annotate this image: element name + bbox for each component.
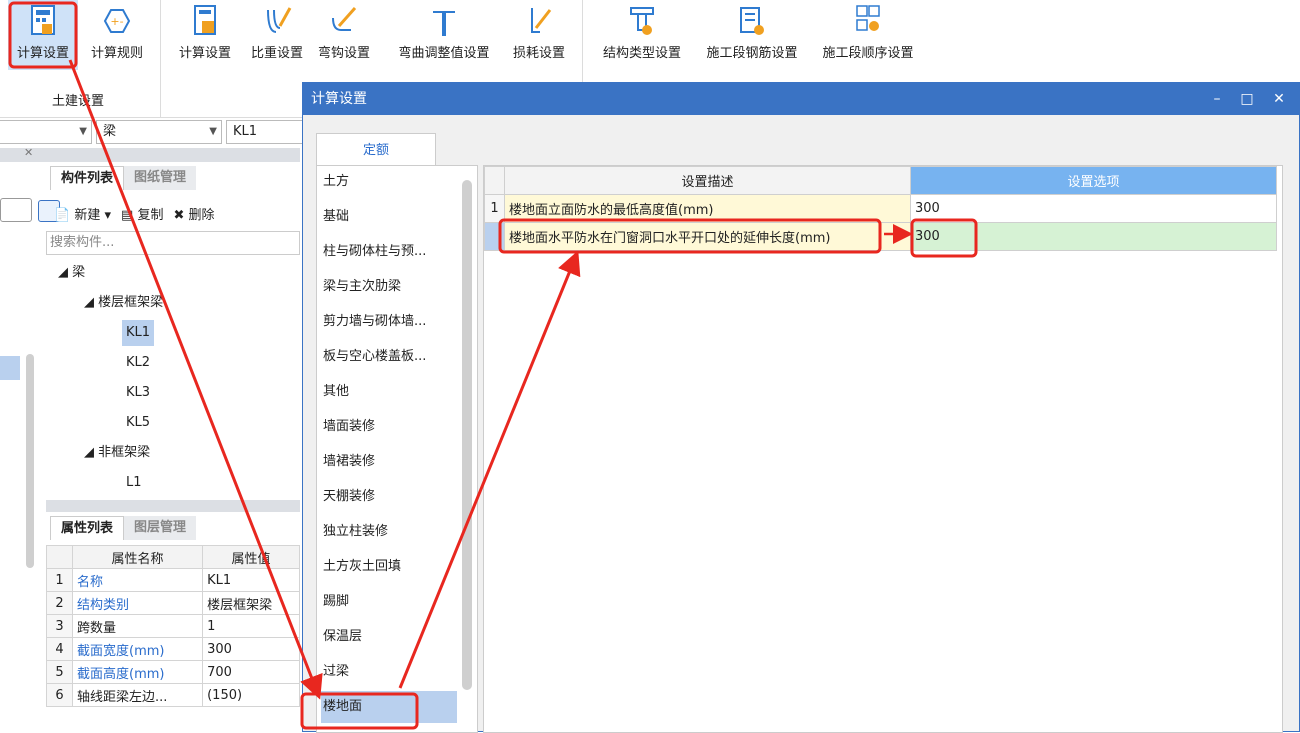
search-input[interactable]: 搜索构件... [46,231,300,255]
table-row[interactable]: 4 截面宽度(mm) 300 [46,637,300,661]
segment-rebar-button[interactable]: 施工段钢筋设置 [696,0,808,70]
category-item[interactable]: 土方灰土回填 [321,551,457,583]
category-item[interactable]: 剪力墙与砌体墙... [321,306,457,338]
rebar-calc-settings-button[interactable]: 计算设置 [170,0,240,70]
category-list: 土方 基础 柱与砌体柱与预... 梁与主次肋梁 剪力墙与砌体墙... 板与空心楼… [316,165,478,733]
calc-settings-button[interactable]: 计算设置 [8,0,78,70]
category-item[interactable]: 土方 [321,166,457,198]
table-row[interactable]: 5 截面高度(mm) 700 [46,660,300,684]
calc-rules-button[interactable]: +- 计算规则 [84,0,150,70]
option-header: 设置选项 [910,166,1277,195]
copy-button[interactable]: ▤ 复制 [121,204,163,223]
category-scrollbar[interactable] [462,180,472,690]
category-item[interactable]: 踢脚 [321,586,457,618]
structure-type-icon [627,4,657,38]
component-tabs: 构件列表 图纸管理 [50,166,197,190]
table-header-row: 属性名称 属性值 [46,545,300,569]
settings-table: 设置描述 设置选项 1 楼地面立面防水的最低高度值(mm) 300 楼地面水平防… [484,166,1277,251]
chevron-down-icon: ▼ [209,126,217,137]
tree-group[interactable]: ◢ 非框架梁 [84,440,150,466]
category-item[interactable]: 天棚装修 [321,481,457,513]
prop-name-header: 属性名称 [71,545,204,569]
component-toolbar: 📄 新建 ▾ ▤ 复制 ✖ 删除 [54,204,215,223]
hook-settings-button[interactable]: 弯钩设置 [304,0,384,70]
table-header-row: 设置描述 设置选项 [484,166,1277,195]
tree-item-kl3[interactable]: KL3 [126,380,150,406]
dialog-title: 计算设置 [311,91,367,107]
tab-component-list[interactable]: 构件列表 [50,166,125,190]
delete-button[interactable]: ✖ 删除 [173,204,214,223]
category-item[interactable]: 柱与砌体柱与预... [321,236,457,268]
category-item[interactable]: 板与空心楼盖板... [321,341,457,373]
table-row[interactable]: 1 楼地面立面防水的最低高度值(mm) 300 [484,194,1277,223]
new-button[interactable]: 📄 新建 ▾ [54,204,111,223]
category-item[interactable]: 墙面装修 [321,411,457,443]
chevron-down-icon: ▼ [79,126,87,137]
category-item[interactable]: 基础 [321,201,457,233]
desc-header: 设置描述 [504,166,911,195]
category-item[interactable]: 保温层 [321,621,457,653]
group-label: 土建设置 [52,94,105,109]
loss-settings-icon [524,4,554,38]
floor-selector[interactable]: ▼ [0,120,92,144]
tree-item-l1[interactable]: L1 [126,470,142,496]
tab-quota[interactable]: 定额 [316,133,436,165]
table-row[interactable]: 3 跨数量 1 [46,614,300,638]
panel-toggle-button[interactable] [0,198,32,222]
category-item-selected[interactable]: 楼地面 [321,691,457,723]
category-item[interactable]: 其他 [321,376,457,408]
type-selector[interactable]: 梁 ▼ [96,120,222,144]
category-item[interactable]: 独立柱装修 [321,516,457,548]
tree-item-kl1[interactable]: KL1 [122,320,155,346]
segment-order-button[interactable]: 施工段顺序设置 [812,0,924,70]
maximize-icon[interactable]: □ [1233,83,1261,115]
component-selector[interactable]: KL1 [226,120,306,144]
tab-property-list[interactable]: 属性列表 [50,516,125,540]
close-icon[interactable]: ✕ [1265,83,1293,115]
index-header [484,166,505,195]
table-row[interactable]: 1 名称 KL1 [46,568,300,592]
index-header [46,545,73,569]
panel-header-strip: ✕ [0,146,300,162]
tab-drawing-manage[interactable]: 图纸管理 [124,166,197,190]
tab-layer-manage[interactable]: 图层管理 [124,516,197,540]
table-row[interactable]: 6 轴线距梁左边... (150) [46,683,300,707]
segment-rebar-icon [737,4,767,38]
table-row[interactable]: 楼地面水平防水在门窗洞口水平开口处的延伸长度(mm) 300 [484,222,1277,251]
settings-grid-panel: 设置描述 设置选项 1 楼地面立面防水的最低高度值(mm) 300 楼地面水平防… [483,165,1283,733]
property-tabs: 属性列表 图层管理 [50,516,197,540]
dialog-title-bar: 计算设置 – □ ✕ [303,83,1299,115]
category-item[interactable]: 梁与主次肋梁 [321,271,457,303]
tree-root[interactable]: ◢ 梁 [58,260,85,286]
row-index [484,222,505,251]
calc-settings-dialog: 计算设置 – □ ✕ 定额 土方 基础 柱与砌体柱与预... 梁与主次肋梁 剪力… [302,82,1300,733]
bend-adjust-button[interactable]: 弯曲调整值设置 [388,0,500,70]
bend-adjust-icon [429,4,459,38]
category-item[interactable]: 墙裙装修 [321,446,457,478]
minimize-icon[interactable]: – [1203,83,1231,115]
group-separator [160,0,161,118]
tree-group[interactable]: ◢ 楼层框架梁 [84,290,163,316]
category-item[interactable]: 过梁 [321,656,457,688]
structure-type-button[interactable]: 结构类型设置 [592,0,692,70]
panel-divider [46,500,300,512]
close-icon[interactable]: ✕ [24,146,33,159]
prop-value-header: 属性值 [202,545,300,569]
table-row[interactable]: 2 结构类别 楼层框架梁 [46,591,300,615]
left-selection-marker [0,356,20,380]
tree-item-kl2[interactable]: KL2 [126,350,150,376]
loss-settings-button[interactable]: 损耗设置 [504,0,574,70]
weight-settings-button[interactable]: 比重设置 [244,0,310,70]
weight-settings-icon [262,4,292,38]
left-panel: ▼ 梁 ▼ KL1 ✕ 构件列表 图纸管理 📄 新建 ▾ ▤ 复制 ✖ 删除 搜… [0,118,310,732]
svg-text:+-: +- [110,15,123,28]
property-table: 属性名称 属性值 1 名称 KL1 2 结构类别 楼层框架梁 3 跨数量 1 4 截面宽度(m… [46,545,300,707]
segment-order-icon [853,4,883,38]
tree-item-kl5[interactable]: KL5 [126,410,150,436]
rebar-calc-settings-icon [190,4,220,38]
calc-settings-icon [28,4,58,38]
hook-settings-icon [329,4,359,38]
left-scrollbar[interactable] [26,354,34,568]
calc-rules-icon: +- [102,4,132,38]
